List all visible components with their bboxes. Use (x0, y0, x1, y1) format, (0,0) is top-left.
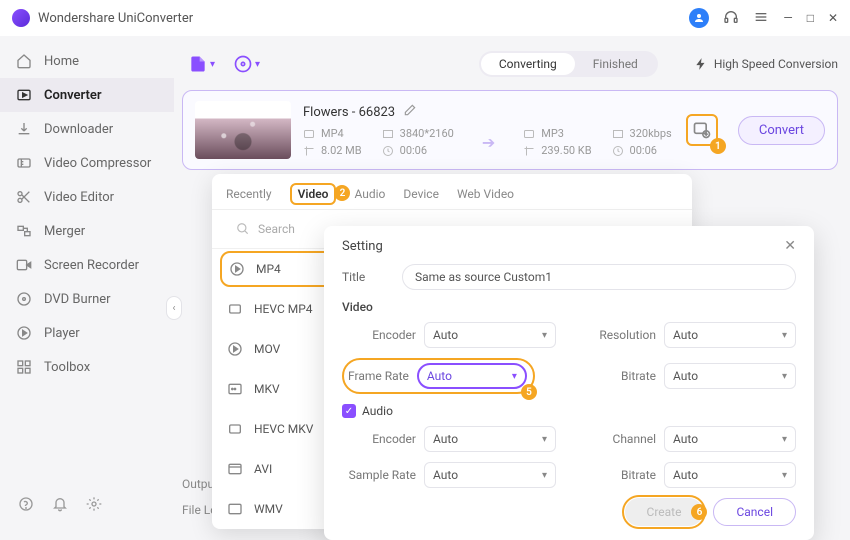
video-encoder-select[interactable]: Auto▾ (424, 322, 556, 348)
arrow-icon: ➔ (482, 133, 495, 152)
status-toggle[interactable]: Converting Finished (479, 51, 658, 77)
output-settings-button[interactable]: 1 (686, 114, 718, 146)
tab-recently[interactable]: Recently (226, 187, 272, 209)
tab-device[interactable]: Device (403, 187, 439, 209)
channel-select[interactable]: Auto▾ (664, 426, 796, 452)
menu-icon[interactable] (753, 9, 769, 28)
sidebar-item-home[interactable]: Home (0, 44, 174, 78)
thumbnail[interactable] (195, 101, 291, 159)
video-bitrate-select[interactable]: Auto▾ (664, 363, 796, 389)
maximize-button[interactable]: □ (807, 11, 814, 25)
convert-button[interactable]: Convert (738, 116, 825, 145)
sidebar: Home Converter Downloader Video Compress… (0, 36, 174, 527)
app-logo (12, 9, 30, 27)
nav-label: Video Editor (44, 190, 114, 205)
search-placeholder: Search (258, 222, 295, 236)
app-title: Wondershare UniConverter (38, 11, 689, 26)
badge-1: 1 (710, 138, 726, 154)
user-avatar[interactable] (689, 8, 709, 28)
tab-webvideo[interactable]: Web Video (457, 187, 514, 209)
resolution-select[interactable]: Auto▾ (664, 322, 796, 348)
tab-video[interactable]: Video (290, 183, 337, 205)
seg-converting[interactable]: Converting (481, 53, 575, 75)
nav-label: Merger (44, 224, 85, 239)
sidebar-item-player[interactable]: Player (0, 316, 174, 350)
help-icon[interactable] (18, 496, 34, 515)
sidebar-item-converter[interactable]: Converter (0, 78, 174, 112)
main-area: ▾ ▾ Converting Finished High Speed Conve… (174, 36, 850, 527)
audio-bitrate-select[interactable]: Auto▾ (664, 462, 796, 488)
converter-icon (16, 87, 32, 103)
seg-finished[interactable]: Finished (575, 53, 656, 75)
samplerate-select[interactable]: Auto▾ (424, 462, 556, 488)
close-icon[interactable]: ✕ (784, 238, 796, 254)
tab-audio[interactable]: Audio (354, 187, 385, 209)
nav-label: Toolbox (44, 360, 90, 375)
sidebar-item-recorder[interactable]: Screen Recorder (0, 248, 174, 282)
edit-name-icon[interactable] (403, 103, 417, 121)
sidebar-item-dvd[interactable]: DVD Burner (0, 282, 174, 316)
sidebar-item-downloader[interactable]: Downloader (0, 112, 174, 146)
framerate-select[interactable]: Auto▾ (417, 363, 527, 389)
setting-title: Setting (342, 239, 383, 254)
audio-checkbox[interactable]: ✓Audio (342, 404, 796, 418)
setting-panel: Setting✕ Title Video EncoderAuto▾ Resolu… (324, 226, 814, 540)
nav-label: Downloader (44, 122, 113, 137)
filename: Flowers - 66823 (303, 105, 395, 120)
download-icon (16, 121, 32, 137)
play-icon (16, 325, 32, 341)
badge-6: 6 (691, 504, 707, 520)
minimize-button[interactable]: — (783, 11, 792, 25)
bell-icon[interactable] (52, 496, 68, 515)
close-button[interactable]: ✕ (828, 11, 838, 25)
add-file-button[interactable]: ▾ (182, 50, 221, 78)
sidebar-item-toolbox[interactable]: Toolbox (0, 350, 174, 384)
cancel-button[interactable]: Cancel (713, 498, 796, 526)
badge-5: 5 (521, 384, 537, 400)
sidebar-item-editor[interactable]: Video Editor (0, 180, 174, 214)
nav-label: Converter (44, 88, 102, 103)
nav-label: DVD Burner (44, 292, 111, 307)
file-card: Flowers - 66823 MP4 8.02 MB 3840*2160 00… (182, 90, 838, 170)
nav-label: Home (44, 54, 79, 69)
nav-label: Player (44, 326, 80, 341)
audio-encoder-select[interactable]: Auto▾ (424, 426, 556, 452)
nav-label: Screen Recorder (44, 258, 139, 273)
disc-icon (16, 291, 32, 307)
settings-icon[interactable] (86, 496, 102, 515)
high-speed-toggle[interactable]: High Speed Conversion (694, 57, 838, 71)
nav-label: Video Compressor (44, 156, 151, 171)
home-icon (16, 53, 32, 69)
badge-2: 2 (334, 185, 350, 201)
add-dvd-button[interactable]: ▾ (227, 50, 266, 78)
scissors-icon (16, 189, 32, 205)
sidebar-item-compressor[interactable]: Video Compressor (0, 146, 174, 180)
titlebar: Wondershare UniConverter — □ ✕ (0, 0, 850, 36)
record-icon (16, 257, 32, 273)
grid-icon (16, 359, 32, 375)
compress-icon (16, 155, 32, 171)
create-button[interactable]: Create6 (625, 498, 704, 526)
merge-icon (16, 223, 32, 239)
title-input[interactable] (402, 264, 796, 290)
headset-icon[interactable] (723, 9, 739, 28)
sidebar-item-merger[interactable]: Merger (0, 214, 174, 248)
